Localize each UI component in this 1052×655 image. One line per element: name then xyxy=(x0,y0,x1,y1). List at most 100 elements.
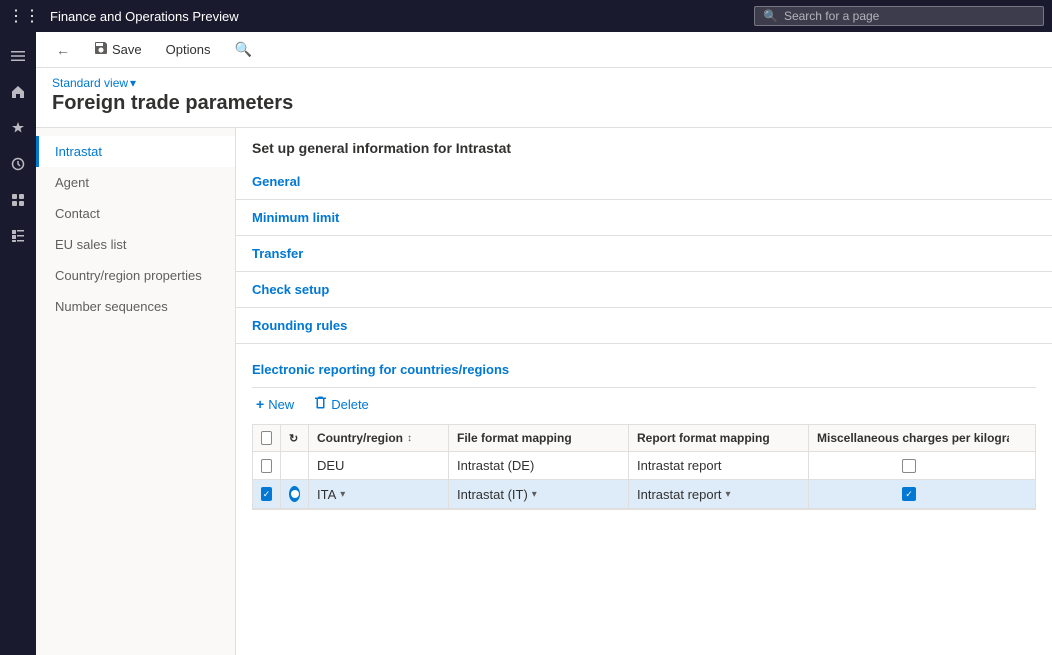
row1-country-value: DEU xyxy=(317,458,344,473)
sidebar-item-country-region-label: Country/region properties xyxy=(55,268,202,283)
grid-icon[interactable]: ⋮⋮ xyxy=(8,6,40,26)
toolbar: ← Save Options 🔍 xyxy=(36,32,1052,68)
row1-file-format-value: Intrastat (DE) xyxy=(457,458,534,473)
report-format-label: Report format mapping xyxy=(637,431,770,445)
sidebar-item-number-sequences[interactable]: Number sequences xyxy=(36,291,235,322)
intrastat-description: Set up general information for Intrastat xyxy=(236,128,1052,164)
row2-file-format-dropdown-icon[interactable]: ▾ xyxy=(532,489,537,500)
file-format-label: File format mapping xyxy=(457,431,572,445)
options-button[interactable]: Options xyxy=(158,38,219,61)
content-area: Intrastat Agent Contact EU sales list Co… xyxy=(36,128,1052,655)
section-check-setup[interactable]: Check setup xyxy=(236,272,1052,308)
top-bar: ⋮⋮ Finance and Operations Preview 🔍 xyxy=(0,0,1052,32)
options-label: Options xyxy=(166,42,211,57)
new-label: New xyxy=(268,397,294,412)
row1-report-format: Intrastat report xyxy=(629,452,809,479)
main-container: ← Save Options 🔍 Standard view ▾ Foreign… xyxy=(36,32,1052,655)
header-misc-charges[interactable]: Miscellaneous charges per kilogram xyxy=(809,425,1009,451)
row1-edit-cell xyxy=(281,452,309,479)
row2-file-format[interactable]: Intrastat (IT) ▾ xyxy=(449,480,629,508)
row2-report-format[interactable]: Intrastat report ▾ xyxy=(629,480,809,508)
nav-workspaces-icon[interactable] xyxy=(2,184,34,216)
save-icon xyxy=(94,41,108,58)
toolbar-search-button[interactable]: 🔍 xyxy=(226,37,259,62)
sidebar-item-contact-label: Contact xyxy=(55,206,100,221)
new-button[interactable]: + New xyxy=(252,394,298,414)
save-button[interactable]: Save xyxy=(86,37,150,62)
row1-misc-charges[interactable] xyxy=(809,452,1009,479)
header-select xyxy=(253,425,281,451)
search-box[interactable]: 🔍 xyxy=(754,6,1044,26)
row1-checkbox[interactable] xyxy=(261,459,272,473)
nav-modules-icon[interactable] xyxy=(2,220,34,252)
row1-report-format-value: Intrastat report xyxy=(637,458,722,473)
row2-misc-charges[interactable]: ✓ xyxy=(809,480,1009,508)
left-sidebar: Intrastat Agent Contact EU sales list Co… xyxy=(36,128,236,655)
sidebar-item-country-region[interactable]: Country/region properties xyxy=(36,260,235,291)
sidebar-item-agent-label: Agent xyxy=(55,175,89,190)
er-section-title[interactable]: Electronic reporting for countries/regio… xyxy=(252,352,1036,388)
section-minimum-limit[interactable]: Minimum limit xyxy=(236,200,1052,236)
row2-report-format-dropdown-icon[interactable]: ▾ xyxy=(726,489,731,500)
refresh-icon: ↻ xyxy=(289,432,298,445)
toolbar-search-icon: 🔍 xyxy=(234,41,251,58)
nav-home-icon[interactable] xyxy=(2,76,34,108)
page-header: Standard view ▾ Foreign trade parameters xyxy=(36,68,1052,128)
back-button[interactable]: ← xyxy=(48,38,78,62)
sidebar-item-eu-sales-label: EU sales list xyxy=(55,237,127,252)
back-icon: ← xyxy=(56,42,70,58)
sidebar-item-eu-sales[interactable]: EU sales list xyxy=(36,229,235,260)
app-title: Finance and Operations Preview xyxy=(50,9,744,24)
er-section: Electronic reporting for countries/regio… xyxy=(236,344,1052,518)
new-plus-icon: + xyxy=(256,396,264,412)
row2-country-dropdown-icon[interactable]: ▾ xyxy=(340,489,345,500)
select-all-checkbox[interactable] xyxy=(261,431,272,445)
save-label: Save xyxy=(112,42,142,57)
page-title: Foreign trade parameters xyxy=(52,92,1036,115)
view-chevron-icon: ▾ xyxy=(130,76,136,90)
row2-select-cell[interactable]: ✓ xyxy=(253,480,281,508)
header-country-region[interactable]: Country/region ↕ xyxy=(309,425,449,451)
view-selector[interactable]: Standard view ▾ xyxy=(52,76,1036,90)
delete-button[interactable]: Delete xyxy=(310,394,373,414)
sidebar-item-number-sequences-label: Number sequences xyxy=(55,299,168,314)
row1-country-region: DEU xyxy=(309,452,449,479)
header-file-format[interactable]: File format mapping xyxy=(449,425,629,451)
table-row[interactable]: ✓ ITA ▾ I xyxy=(253,480,1035,509)
section-general[interactable]: General xyxy=(236,164,1052,200)
edit-indicator xyxy=(289,486,300,502)
nav-recent-icon[interactable] xyxy=(2,148,34,180)
delete-label: Delete xyxy=(331,397,369,412)
header-edit: ↻ xyxy=(281,425,309,451)
row2-country-value: ITA xyxy=(317,487,336,502)
row1-misc-checkbox[interactable] xyxy=(902,459,916,473)
table-row[interactable]: DEU Intrastat (DE) Intrastat report xyxy=(253,452,1035,480)
edit-indicator-inner xyxy=(291,490,299,498)
right-content: Set up general information for Intrastat… xyxy=(236,128,1052,655)
row2-edit-cell xyxy=(281,480,309,508)
row2-misc-checkbox[interactable]: ✓ xyxy=(902,487,916,501)
sidebar-item-agent[interactable]: Agent xyxy=(36,167,235,198)
country-region-label: Country/region xyxy=(317,431,403,445)
row2-report-format-value: Intrastat report xyxy=(637,487,722,502)
grid-header: ↻ Country/region ↕ File format mapping R… xyxy=(253,425,1035,452)
row2-checkbox[interactable]: ✓ xyxy=(261,487,272,501)
section-transfer[interactable]: Transfer xyxy=(236,236,1052,272)
row2-country-region[interactable]: ITA ▾ xyxy=(309,480,449,508)
row2-file-format-value: Intrastat (IT) xyxy=(457,487,528,502)
sidebar-item-contact[interactable]: Contact xyxy=(36,198,235,229)
header-report-format[interactable]: Report format mapping xyxy=(629,425,809,451)
sidebar-item-intrastat[interactable]: Intrastat xyxy=(36,136,235,167)
misc-charges-label: Miscellaneous charges per kilogram xyxy=(817,431,1009,445)
search-input[interactable] xyxy=(784,9,1035,23)
section-rounding-rules[interactable]: Rounding rules xyxy=(236,308,1052,344)
nav-hamburger-icon[interactable] xyxy=(2,40,34,72)
sort-icon: ↕ xyxy=(407,433,412,444)
row1-file-format: Intrastat (DE) xyxy=(449,452,629,479)
view-label: Standard view xyxy=(52,76,128,90)
nav-favorites-icon[interactable] xyxy=(2,112,34,144)
sidebar-item-intrastat-label: Intrastat xyxy=(55,144,102,159)
row1-select-cell[interactable] xyxy=(253,452,281,479)
data-grid: ↻ Country/region ↕ File format mapping R… xyxy=(252,424,1036,510)
left-nav xyxy=(0,32,36,655)
